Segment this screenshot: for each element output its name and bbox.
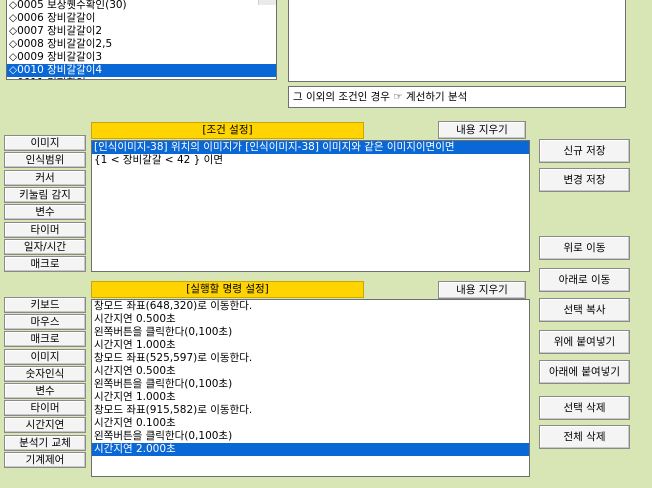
command-row[interactable]: 시간지연 0.500초 [92,313,529,326]
command-type-button-2[interactable]: 매크로 [4,331,86,348]
else-condition-field[interactable]: 그 이외의 조건인 경우 ☞ 계선하기 분석 [288,86,626,108]
condition-type-button-4[interactable]: 변수 [4,204,86,221]
command-type-button-9[interactable]: 기계제어 [4,451,86,468]
command-row[interactable]: 왼쪽버튼을 클릭한다(0,100초) [92,378,529,391]
command-row[interactable]: 창모드 좌표(525,597)로 이동한다. [92,352,529,365]
image-list-item[interactable]: ◇0006 장비갈갈이 [7,12,276,25]
condition-type-button-2[interactable]: 커서 [4,169,86,186]
move-down-button[interactable]: 아래로 이동 [539,268,630,292]
description-panel[interactable] [288,0,626,82]
command-type-button-1[interactable]: 마우스 [4,314,86,331]
image-list-item[interactable]: ◇0011 던전확인 [7,77,276,79]
delete-all-button[interactable]: 전체 삭제 [539,425,630,449]
command-row[interactable]: 창모드 좌표(915,582)로 이동한다. [92,404,529,417]
command-row[interactable]: 시간지연 0.100초 [92,417,529,430]
image-list-item[interactable]: ◇0007 장비갈갈이2 [7,25,276,38]
condition-type-button-6[interactable]: 일자/시간 [4,238,86,255]
command-type-button-4[interactable]: 숫자인식 [4,365,86,382]
copy-selected-button[interactable]: 선택 복사 [539,298,630,322]
command-row[interactable]: 시간지연 1.000초 [92,339,529,352]
command-row[interactable]: 창모드 좌표(648,320)로 이동한다. [92,300,529,313]
command-row[interactable]: 시간지연 0.500초 [92,365,529,378]
command-type-button-8[interactable]: 분석기 교체 [4,434,86,451]
command-row[interactable]: 시간지연 1.000초 [92,391,529,404]
image-list-item[interactable]: ◇0010 장비갈갈이4 [7,64,276,77]
move-up-button[interactable]: 위로 이동 [539,236,630,260]
paste-above-button[interactable]: 위에 붙여넣기 [539,330,630,354]
command-type-button-7[interactable]: 시간지연 [4,417,86,434]
image-list-scrollbar[interactable] [258,0,276,5]
else-condition-text: 그 이외의 조건인 경우 ☞ 계선하기 분석 [293,91,468,103]
condition-type-button-3[interactable]: 키눌림 감지 [4,186,86,203]
command-row[interactable]: 시간지연 2.000초 [92,443,529,456]
command-type-button-5[interactable]: 변수 [4,383,86,399]
image-list-item[interactable]: ◇0008 장비갈갈이2,5 [7,38,276,51]
image-list[interactable]: ◇0005 보상퀫수확인(30) ◇0006 장비갈갈이 ◇0007 장비갈갈이2 ◇… [6,0,277,80]
new-save-button[interactable]: 신규 저장 [539,139,630,163]
condition-type-button-7[interactable]: 매크로 [4,256,86,273]
command-clear-button[interactable]: 내용 지우기 [438,281,526,299]
condition-list[interactable]: [인식이미지-38] 위치의 이미지가 [인식이미지-38] 이미지와 같은 이… [91,140,530,272]
condition-type-button-1[interactable]: 인식범위 [4,152,86,169]
command-row[interactable]: 왼쪽버튼을 클릭한다(0,100초) [92,326,529,339]
command-list[interactable]: 창모드 좌표(648,320)로 이동한다. 시간지연 0.500초 왼쪽버튼을 클… [91,299,530,477]
condition-clear-button[interactable]: 내용 지우기 [438,121,526,139]
command-type-button-0[interactable]: 키보드 [4,297,86,313]
image-list-item[interactable]: ◇0005 보상퀫수확인(30) [7,0,276,12]
condition-row[interactable]: {1 < 장비갈갈 < 42 } 이면 [92,154,529,167]
condition-type-button-5[interactable]: 타이머 [4,221,86,238]
condition-type-button-0[interactable]: 이미지 [4,135,86,151]
command-header: [실행할 명령 설정] [91,281,364,298]
condition-header: [조건 설정] [91,122,364,139]
command-row[interactable]: 왼쪽버튼을 클릭한다(0,100초) [92,430,529,443]
paste-below-button[interactable]: 아래에 붙여넣기 [539,360,630,384]
change-save-button[interactable]: 변경 저장 [539,168,630,192]
image-list-item[interactable]: ◇0009 장비갈갈이3 [7,51,276,64]
command-type-button-6[interactable]: 타이머 [4,400,86,417]
delete-selected-button[interactable]: 선택 삭제 [539,396,630,420]
condition-row[interactable]: [인식이미지-38] 위치의 이미지가 [인식이미지-38] 이미지와 같은 이… [92,141,529,154]
command-type-button-3[interactable]: 이미지 [4,348,86,365]
